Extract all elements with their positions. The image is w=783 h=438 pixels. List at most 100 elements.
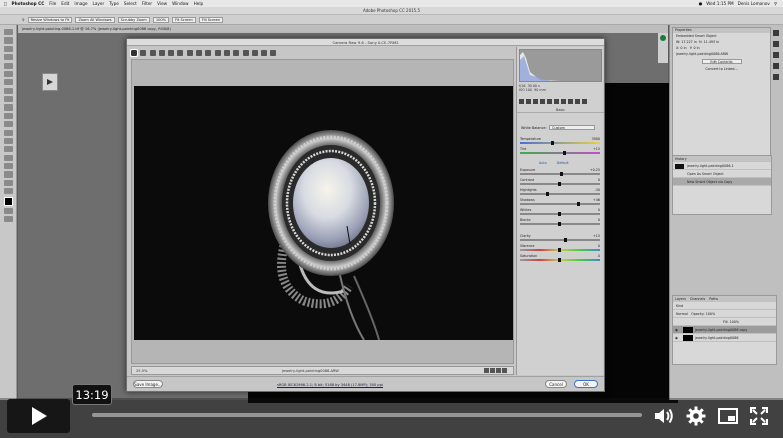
slider-value[interactable]: +15 (593, 234, 600, 238)
slider-knob[interactable] (558, 212, 561, 216)
blur-tool-icon[interactable] (3, 129, 13, 136)
option-fill-screen[interactable]: Fill Screen (198, 16, 224, 23)
menu-app-name[interactable]: Photoshop CC (12, 1, 45, 6)
red-eye-icon[interactable] (214, 49, 221, 56)
auto-link[interactable]: Auto (539, 161, 547, 165)
user-name[interactable]: Denis Lomonov (738, 1, 770, 6)
slider-clarity[interactable]: Clarity +15 (520, 234, 602, 243)
straighten-tool-icon[interactable] (186, 49, 193, 56)
color-sampler-icon[interactable] (158, 49, 165, 56)
volume-button[interactable] (652, 404, 676, 428)
layer-kind-select[interactable]: Kind (676, 304, 683, 308)
rotate-left-icon[interactable] (261, 49, 268, 56)
slider-exposure[interactable]: Exposure +0.25 (520, 168, 602, 177)
zoom-level[interactable]: 25.5% (136, 367, 147, 375)
eyedropper-tool-icon[interactable] (3, 70, 13, 78)
slider-knob[interactable] (559, 172, 563, 176)
settings-button[interactable] (684, 404, 708, 428)
menu-file[interactable]: File (49, 1, 56, 6)
marquee-tool-icon[interactable] (3, 37, 13, 44)
slider-value[interactable]: 0 (598, 254, 600, 258)
type-tool-icon[interactable] (3, 154, 13, 161)
apple-icon[interactable]:  (4, 1, 7, 6)
option-fit-screen[interactable]: Fit Screen (172, 16, 196, 23)
hand-tool-icon[interactable] (140, 49, 147, 56)
quick-mask-icon[interactable] (3, 207, 13, 214)
libraries-icon[interactable] (660, 35, 666, 41)
history-brush-tool-icon[interactable] (3, 104, 13, 111)
progress-bar[interactable] (92, 413, 642, 417)
white-balance-select[interactable]: Custom (549, 125, 595, 130)
search-icon[interactable]: ⚲ (774, 1, 777, 6)
layer-row-copy[interactable]: ◉ jewelry-light-painting0086 copy (673, 326, 776, 334)
transform-tool-icon[interactable] (196, 49, 203, 56)
opacity-field[interactable]: Opacity: 100% (691, 312, 715, 316)
path-select-tool-icon[interactable] (3, 163, 13, 170)
lasso-tool-icon[interactable] (3, 45, 13, 52)
split-toning-icon[interactable] (547, 99, 552, 104)
slider-track[interactable] (520, 142, 600, 144)
eye-icon[interactable]: ◉ (675, 326, 678, 334)
pen-tool-icon[interactable] (3, 146, 13, 153)
white-balance-tool-icon[interactable] (149, 49, 156, 56)
slider-highlights[interactable]: Highlights -30 (520, 188, 602, 197)
properties-height[interactable]: H: 11.493 in (699, 40, 719, 44)
slider-value[interactable]: +46 (593, 198, 600, 202)
shape-tool-icon[interactable] (3, 171, 13, 178)
save-image-button[interactable]: Save Image... (133, 380, 163, 388)
properties-width[interactable]: W: 17.227 in (676, 40, 697, 44)
slider-value[interactable]: 0 (598, 244, 600, 248)
pip-button[interactable] (716, 404, 740, 428)
quick-select-tool-icon[interactable] (3, 54, 13, 61)
slider-value[interactable]: +15 (593, 147, 600, 151)
clock[interactable]: Wed 1:15 PM (706, 1, 733, 6)
document-tab[interactable]: jewelry-light-painting-0086-1.tif @ 16.7… (18, 25, 668, 33)
slider-value[interactable]: 3900 (592, 137, 600, 141)
brush-tool-icon[interactable] (3, 87, 13, 94)
stamp-tool-icon[interactable] (3, 96, 13, 103)
spot-removal-icon[interactable] (205, 49, 212, 56)
menu-window[interactable]: Window (172, 1, 189, 6)
adjustment-brush-icon[interactable] (223, 49, 230, 56)
before-after-icon[interactable] (484, 368, 489, 373)
menu-edit[interactable]: Edit (61, 1, 69, 6)
hsl-icon[interactable] (540, 99, 545, 104)
layer-row-original[interactable]: ◉ jewelry-light-painting0086 (673, 334, 776, 342)
crop-tool-icon[interactable] (3, 62, 13, 69)
menu-filter[interactable]: Filter (142, 1, 152, 6)
hand-tool-icon[interactable] (3, 179, 13, 186)
crop-tool-icon[interactable] (177, 49, 184, 56)
copy-settings-icon[interactable] (496, 368, 501, 373)
graduated-filter-icon[interactable] (233, 49, 240, 56)
slider-track[interactable] (520, 152, 600, 154)
fill-field[interactable]: Fill: 100% (723, 320, 739, 324)
slider-knob[interactable] (545, 192, 549, 196)
gradient-tool-icon[interactable] (3, 121, 13, 128)
convert-linked-button[interactable]: Convert to Linked... (673, 66, 770, 72)
targeted-adjust-icon[interactable] (168, 49, 175, 56)
camera-calibration-icon[interactable] (568, 99, 573, 104)
menu-help[interactable]: Help (194, 1, 204, 6)
zoom-tool-icon[interactable] (3, 188, 13, 195)
blend-mode-select[interactable]: Normal (676, 312, 688, 316)
history-snapshot[interactable]: jewelry-light-painting0086-1 (673, 162, 771, 170)
fullscreen-button[interactable] (747, 404, 771, 428)
slider-track[interactable] (520, 203, 600, 205)
history-step-selected[interactable]: New Smart Object via Copy (673, 178, 771, 186)
panel-toggle-icon[interactable] (773, 30, 779, 36)
collapsed-panel[interactable] (42, 73, 58, 91)
move-tool-icon[interactable] (3, 29, 13, 36)
slider-value[interactable]: +0.25 (590, 168, 600, 172)
slider-vibrance[interactable]: Vibrance 0 (520, 244, 602, 253)
ok-button[interactable]: OK (574, 380, 598, 388)
menu-layer[interactable]: Layer (93, 1, 105, 6)
menu-image[interactable]: Image (74, 1, 87, 6)
panel-toggle-icon[interactable] (773, 63, 779, 69)
rotate-right-icon[interactable] (270, 49, 277, 56)
zoom-tool-icon[interactable]: ⚲ (22, 18, 25, 22)
slider-knob[interactable] (563, 238, 567, 242)
edit-contents-button[interactable]: Edit Contents (701, 59, 742, 64)
detail-icon[interactable] (533, 99, 538, 104)
cancel-button[interactable]: Cancel (545, 380, 567, 388)
slider-shadows[interactable]: Shadows +46 (520, 198, 602, 207)
